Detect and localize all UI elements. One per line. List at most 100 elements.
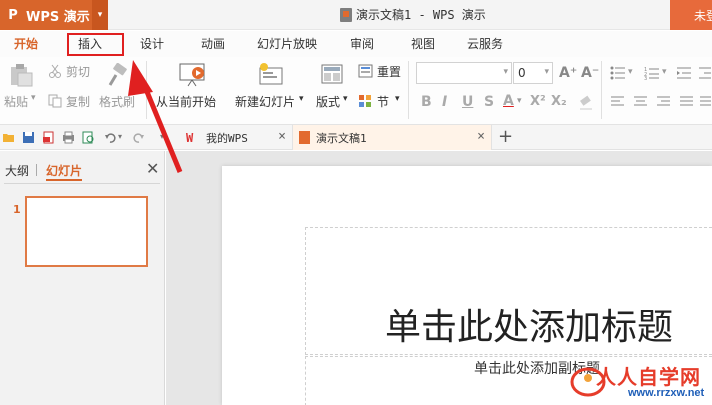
shadow-button[interactable]: S bbox=[484, 94, 494, 110]
from-current-button[interactable]: 从当前开始 bbox=[156, 93, 216, 110]
new-slide-button[interactable]: 新建幻灯片 bbox=[235, 93, 295, 110]
presentation-file-icon bbox=[299, 131, 310, 144]
new-slide-icon[interactable] bbox=[258, 62, 284, 86]
tab-slides[interactable]: 幻灯片 bbox=[46, 162, 82, 179]
superscript-button[interactable]: X² bbox=[530, 94, 546, 109]
tab-cloud-service[interactable]: 云服务 bbox=[467, 35, 503, 52]
doc-tab-my-wps[interactable]: W 我的WPS × bbox=[180, 125, 292, 150]
tab-animation[interactable]: 动画 bbox=[201, 35, 225, 52]
layout-icon[interactable] bbox=[320, 63, 344, 85]
tab-review[interactable]: 审阅 bbox=[350, 35, 374, 52]
pane-tab-divider bbox=[36, 164, 37, 176]
cut-button[interactable]: 剪切 bbox=[66, 63, 90, 80]
undo-icon[interactable] bbox=[104, 131, 117, 144]
new-slide-dropdown-icon[interactable]: ▾ bbox=[299, 94, 304, 104]
print-preview-icon[interactable] bbox=[82, 131, 95, 144]
section-icon[interactable] bbox=[358, 93, 374, 109]
quick-access-bar: ▾ ▾ W 我的WPS × 演示文稿1 × + bbox=[0, 125, 712, 150]
section-dropdown-icon[interactable]: ▾ bbox=[395, 94, 400, 104]
undo-dropdown-icon[interactable]: ▾ bbox=[118, 132, 122, 141]
slide-thumbnail[interactable] bbox=[25, 196, 148, 267]
layout-dropdown-icon[interactable]: ▾ bbox=[343, 94, 348, 104]
close-icon[interactable]: × bbox=[278, 129, 286, 144]
export-pdf-icon[interactable] bbox=[42, 131, 55, 144]
font-color-button[interactable]: A bbox=[503, 93, 514, 109]
watermark-brand: 人人自学网 bbox=[596, 365, 701, 389]
doc-tab-label: 演示文稿1 bbox=[316, 131, 367, 145]
grow-font-button[interactable]: A⁺ bbox=[559, 65, 577, 81]
watermark-url: www.rrzxw.net bbox=[628, 387, 705, 399]
redo-icon[interactable] bbox=[132, 131, 145, 144]
wps-presentation-window: P WPS 演示 ▾ 演示文稿1 - WPS 演示 未登 开始 插入 设计 动画… bbox=[0, 0, 712, 405]
bullet-list-icon[interactable] bbox=[610, 66, 626, 80]
play-from-current-icon[interactable] bbox=[178, 61, 208, 87]
ribbon-separator bbox=[601, 61, 602, 119]
login-label: 未登 bbox=[694, 8, 712, 23]
login-button[interactable]: 未登 bbox=[670, 0, 712, 30]
justify-icon[interactable] bbox=[680, 96, 694, 108]
tab-slideshow[interactable]: 幻灯片放映 bbox=[257, 35, 317, 52]
pane-divider-line bbox=[4, 183, 160, 184]
new-tab-plus-icon[interactable]: + bbox=[498, 126, 513, 147]
window-title-text: 演示文稿1 - WPS 演示 bbox=[356, 8, 486, 22]
layout-button[interactable]: 版式 bbox=[316, 93, 340, 110]
save-icon[interactable] bbox=[22, 131, 35, 144]
open-folder-icon[interactable] bbox=[2, 131, 15, 144]
format-painter-button[interactable]: 格式刷 bbox=[99, 93, 135, 110]
clear-format-icon[interactable] bbox=[578, 95, 594, 111]
tab-start[interactable]: 开始 bbox=[14, 35, 38, 52]
ribbon-toolbar: 粘贴 ▾ 剪切 复制 格式刷 从当前开始 新建幻灯片 ▾ 版式 ▾ 重置 节 ▾… bbox=[0, 57, 712, 125]
format-painter-icon[interactable] bbox=[106, 63, 130, 87]
reset-icon[interactable] bbox=[358, 63, 374, 79]
active-pane-tab-indicator bbox=[46, 179, 82, 181]
paste-icon[interactable] bbox=[8, 63, 34, 87]
copy-button[interactable]: 复制 bbox=[66, 93, 90, 110]
tab-outline[interactable]: 大纲 bbox=[5, 162, 29, 179]
insert-tab-highlight-box bbox=[67, 33, 124, 56]
number-dropdown-icon[interactable]: ▾ bbox=[662, 67, 667, 77]
chevron-down-icon[interactable]: ▾ bbox=[544, 67, 549, 77]
presentation-file-icon bbox=[340, 7, 352, 22]
close-icon[interactable]: ✕ bbox=[146, 159, 159, 178]
doc-tab-label: 我的WPS bbox=[206, 131, 248, 145]
distribute-icon[interactable] bbox=[700, 96, 712, 108]
font-size-select[interactable]: 0 ▾ bbox=[513, 62, 553, 84]
paste-dropdown-icon[interactable]: ▾ bbox=[31, 93, 36, 103]
underline-button[interactable]: U bbox=[462, 94, 473, 110]
reset-button[interactable]: 重置 bbox=[377, 63, 401, 80]
print-icon[interactable] bbox=[62, 131, 75, 144]
copy-icon[interactable] bbox=[48, 94, 62, 108]
tab-design[interactable]: 设计 bbox=[140, 35, 164, 52]
window-title: 演示文稿1 - WPS 演示 bbox=[340, 6, 486, 23]
chevron-down-icon[interactable]: ▾ bbox=[503, 67, 508, 77]
italic-button[interactable]: I bbox=[442, 94, 447, 110]
increase-indent-icon[interactable] bbox=[698, 66, 712, 80]
app-menu-button[interactable]: P WPS 演示 ▾ bbox=[0, 0, 108, 30]
svg-text:3: 3 bbox=[644, 76, 647, 80]
align-right-icon[interactable] bbox=[657, 96, 671, 108]
chevron-down-icon[interactable]: ▾ bbox=[92, 0, 108, 30]
font-name-select[interactable]: ▾ bbox=[416, 62, 512, 84]
font-size-value: 0 bbox=[518, 66, 526, 80]
subscript-button[interactable]: X₂ bbox=[551, 94, 567, 109]
font-color-dropdown-icon[interactable]: ▾ bbox=[517, 96, 522, 106]
section-button[interactable]: 节 bbox=[377, 93, 389, 110]
doc-tab-presentation[interactable]: 演示文稿1 × bbox=[292, 125, 492, 150]
ribbon-separator bbox=[146, 61, 147, 119]
active-tab-indicator bbox=[12, 22, 44, 24]
close-icon[interactable]: × bbox=[477, 129, 485, 144]
align-left-icon[interactable] bbox=[611, 96, 625, 108]
bullet-dropdown-icon[interactable]: ▾ bbox=[628, 67, 633, 77]
slide-number: 1 bbox=[13, 203, 21, 216]
scissors-icon[interactable] bbox=[48, 64, 62, 78]
shrink-font-button[interactable]: A⁻ bbox=[581, 65, 599, 81]
align-center-icon[interactable] bbox=[634, 96, 648, 108]
paste-button[interactable]: 粘贴 bbox=[4, 93, 28, 110]
decrease-indent-icon[interactable] bbox=[676, 66, 692, 80]
customize-toolbar-icon[interactable]: ▾ bbox=[160, 132, 164, 141]
slide-navigation-pane: 大纲 幻灯片 ✕ 1 bbox=[0, 151, 165, 405]
title-placeholder-text[interactable]: 单击此处添加标题 bbox=[385, 298, 673, 350]
numbered-list-icon[interactable]: 123 bbox=[644, 66, 660, 80]
bold-button[interactable]: B bbox=[421, 94, 432, 110]
tab-view[interactable]: 视图 bbox=[411, 35, 435, 52]
